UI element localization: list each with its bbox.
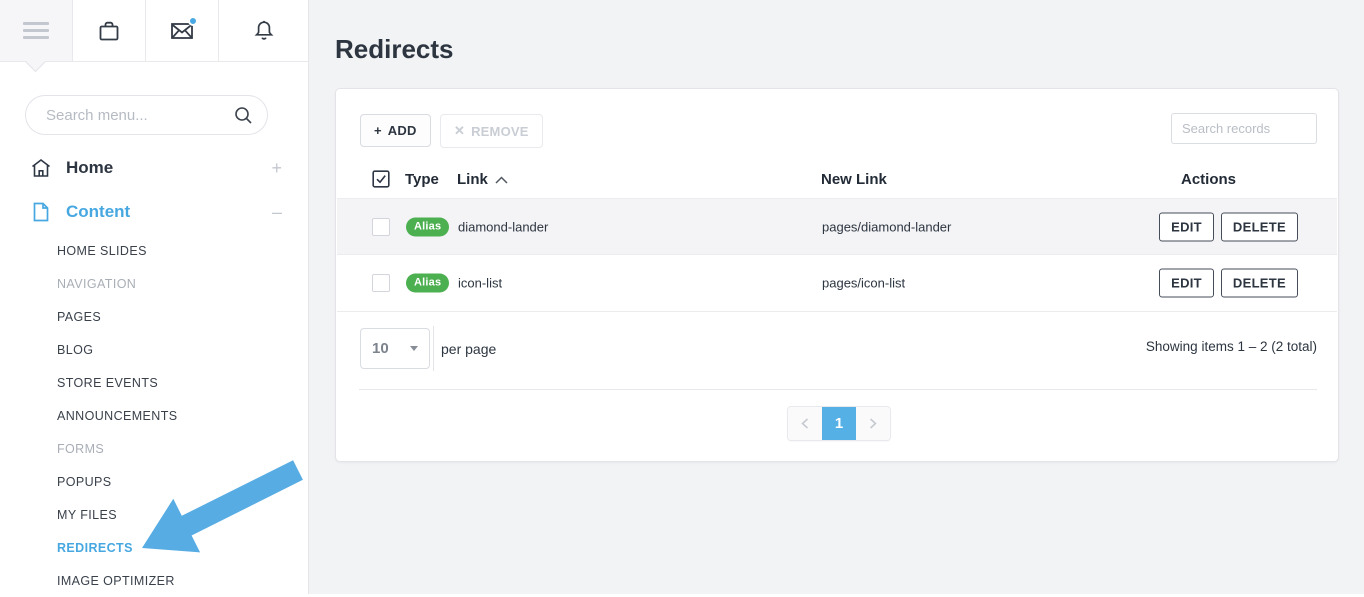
- edit-button[interactable]: EDIT: [1159, 212, 1214, 241]
- new-link-cell: pages/icon-list: [822, 276, 905, 291]
- checkbox-checked-icon: [372, 170, 390, 188]
- new-link-cell: pages/diamond-lander: [822, 219, 951, 234]
- table-row: Alias icon-list pages/icon-list EDIT DEL…: [337, 255, 1337, 312]
- sidebar-item-label: Content: [66, 202, 130, 222]
- plus-icon: +: [374, 123, 382, 138]
- select-all-checkbox[interactable]: [372, 170, 390, 188]
- home-icon: [30, 157, 52, 179]
- column-header-link[interactable]: Link: [457, 161, 508, 198]
- expand-icon[interactable]: +: [271, 159, 282, 177]
- sidebar-item-blog[interactable]: BLOG: [0, 333, 308, 366]
- pagination: 1: [787, 406, 891, 441]
- row-actions: EDIT DELETE: [1159, 269, 1298, 298]
- next-page-button[interactable]: [856, 407, 890, 440]
- document-icon: [30, 201, 52, 223]
- sidebar-search-input[interactable]: [44, 106, 234, 125]
- delete-button[interactable]: DELETE: [1221, 212, 1298, 241]
- link-cell: icon-list: [458, 276, 502, 291]
- topbar: [0, 0, 308, 62]
- x-icon: ✕: [454, 123, 465, 139]
- link-cell: diamond-lander: [458, 219, 548, 234]
- sidebar-item-announcements[interactable]: ANNOUNCEMENTS: [0, 399, 308, 432]
- per-page-value: 10: [372, 340, 389, 357]
- sidebar-item-navigation[interactable]: NAVIGATION: [0, 267, 308, 300]
- sidebar-item-popups[interactable]: POPUPS: [0, 465, 308, 498]
- main-content: Redirects + ADD ✕ REMOVE Type Link: [309, 0, 1364, 594]
- previous-page-button[interactable]: [788, 407, 822, 440]
- chevron-right-icon: [868, 417, 878, 430]
- add-button[interactable]: + ADD: [360, 114, 431, 147]
- remove-button[interactable]: ✕ REMOVE: [440, 114, 543, 148]
- sidebar-item-store-events[interactable]: STORE EVENTS: [0, 366, 308, 399]
- messages-button[interactable]: [146, 0, 219, 61]
- sidebar-item-label: Home: [66, 158, 113, 178]
- search-records-input[interactable]: [1171, 113, 1317, 144]
- chevron-left-icon: [800, 417, 810, 430]
- column-header-new-link[interactable]: New Link: [821, 161, 887, 198]
- bell-icon: [250, 17, 278, 45]
- sidebar-search[interactable]: [25, 95, 268, 135]
- sidebar-item-pages[interactable]: PAGES: [0, 300, 308, 333]
- sort-asc-icon: [495, 176, 508, 184]
- mail-notification-dot: [188, 16, 198, 26]
- type-badge: Alias: [406, 274, 449, 293]
- column-header-actions: Actions: [1181, 161, 1236, 198]
- chevron-down-icon: [410, 346, 418, 351]
- sidebar: Home + Content – HOME SLIDES NAVIGATION …: [0, 0, 309, 594]
- sidebar-item-home-slides[interactable]: HOME SLIDES: [0, 234, 308, 267]
- divider: [433, 326, 434, 371]
- per-page-label: per page: [441, 341, 496, 357]
- sidebar-item-content[interactable]: Content –: [0, 190, 308, 234]
- store-button[interactable]: [73, 0, 146, 61]
- page-1-button[interactable]: 1: [822, 407, 856, 440]
- divider: [359, 389, 1317, 390]
- per-page-select[interactable]: 10: [360, 328, 430, 369]
- sidebar-item-redirects[interactable]: REDIRECTS: [0, 531, 308, 564]
- table-header: Type Link New Link Actions: [336, 161, 1338, 198]
- row-actions: EDIT DELETE: [1159, 212, 1298, 241]
- hamburger-icon: [23, 18, 49, 43]
- row-checkbox[interactable]: [372, 274, 390, 292]
- edit-button[interactable]: EDIT: [1159, 269, 1214, 298]
- search-icon: [234, 106, 253, 125]
- collapse-icon[interactable]: –: [272, 203, 282, 221]
- delete-button[interactable]: DELETE: [1221, 269, 1298, 298]
- sidebar-item-image-optimizer[interactable]: IMAGE OPTIMIZER: [0, 564, 308, 597]
- redirects-card: + ADD ✕ REMOVE Type Link New Link: [335, 88, 1339, 462]
- column-header-type[interactable]: Type: [405, 161, 439, 198]
- sidebar-item-home[interactable]: Home +: [0, 146, 308, 190]
- shopping-bag-icon: [95, 17, 123, 45]
- sidebar-item-forms[interactable]: FORMS: [0, 432, 308, 465]
- sidebar-nav: Home + Content – HOME SLIDES NAVIGATION …: [0, 146, 308, 597]
- sidebar-item-my-files[interactable]: MY FILES: [0, 498, 308, 531]
- type-badge: Alias: [406, 217, 449, 236]
- table-row: Alias diamond-lander pages/diamond-lande…: [337, 198, 1337, 255]
- notifications-button[interactable]: [219, 0, 308, 61]
- row-checkbox[interactable]: [372, 218, 390, 236]
- items-summary: Showing items 1 – 2 (2 total): [1146, 339, 1317, 354]
- page-title: Redirects: [335, 34, 454, 65]
